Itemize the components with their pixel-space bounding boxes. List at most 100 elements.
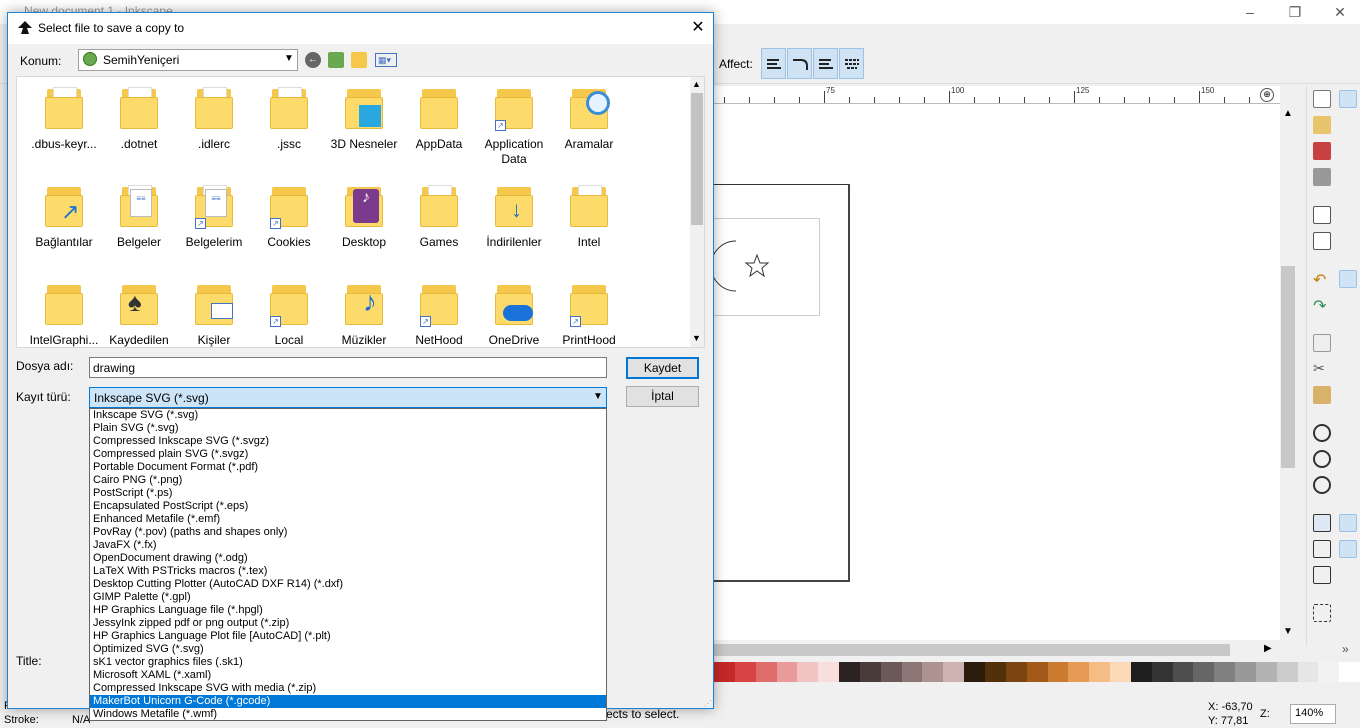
palette-swatch[interactable] bbox=[734, 662, 756, 682]
folder-item[interactable]: OneDrive bbox=[477, 283, 551, 347]
filetype-option[interactable]: Windows Metafile (*.wmf) bbox=[90, 708, 606, 721]
scroll-up-icon[interactable]: ▲ bbox=[692, 79, 701, 89]
cut-icon[interactable]: ✂ bbox=[1313, 360, 1331, 378]
save-icon[interactable] bbox=[1313, 142, 1331, 160]
filetype-option[interactable]: JessyInk zipped pdf or png output (*.zip… bbox=[90, 617, 606, 630]
palette-swatch[interactable] bbox=[1339, 662, 1360, 682]
filetype-option[interactable]: Enhanced Metafile (*.emf) bbox=[90, 513, 606, 526]
folder-item[interactable]: IntelGraphi... bbox=[27, 283, 101, 347]
filetype-option[interactable]: OpenDocument drawing (*.odg) bbox=[90, 552, 606, 565]
palette-swatch[interactable] bbox=[964, 662, 985, 682]
palette-swatch[interactable] bbox=[714, 662, 735, 682]
new-folder-icon[interactable] bbox=[351, 52, 367, 68]
canvas-horizontal-scroll-thumb[interactable] bbox=[714, 644, 1230, 656]
palette-swatch[interactable] bbox=[1089, 662, 1111, 682]
filetype-option[interactable]: Compressed Inkscape SVG (*.svgz) bbox=[90, 435, 606, 448]
palette-swatch[interactable] bbox=[1151, 662, 1173, 682]
palette-swatch[interactable] bbox=[776, 662, 798, 682]
scroll-right-icon[interactable]: ▶ bbox=[1264, 643, 1272, 654]
close-window-button[interactable]: ✕ bbox=[1320, 2, 1360, 22]
folder-item[interactable]: Intel bbox=[552, 185, 626, 250]
export-icon[interactable] bbox=[1313, 232, 1331, 250]
chevron-down-icon[interactable]: ▼ bbox=[284, 53, 294, 64]
palette-swatch[interactable] bbox=[1130, 662, 1152, 682]
scale-stroke-toggle[interactable] bbox=[761, 48, 786, 79]
filetype-option[interactable]: Compressed plain SVG (*.svgz) bbox=[90, 448, 606, 461]
palette-swatch[interactable] bbox=[1255, 662, 1277, 682]
palette-swatch[interactable] bbox=[1318, 662, 1340, 682]
zoom-field[interactable]: 140% bbox=[1290, 704, 1336, 724]
paste-icon[interactable] bbox=[1313, 386, 1331, 404]
palette-swatch[interactable] bbox=[1214, 662, 1236, 682]
folder-item[interactable]: ↗ Application Data bbox=[477, 87, 551, 167]
filetype-option[interactable]: Microsoft XAML (*.xaml) bbox=[90, 669, 606, 682]
scroll-up-icon[interactable]: ▲ bbox=[1283, 108, 1293, 119]
palette-swatch[interactable] bbox=[901, 662, 923, 682]
filetype-option[interactable]: HP Graphics Language Plot file [AutoCAD]… bbox=[90, 630, 606, 643]
transform-gradients-toggle[interactable] bbox=[813, 48, 838, 79]
palette-swatch[interactable] bbox=[1172, 662, 1194, 682]
zoom-corner-icon[interactable]: ⊕ bbox=[1260, 88, 1274, 102]
palette-swatch[interactable] bbox=[880, 662, 902, 682]
up-folder-icon[interactable] bbox=[328, 52, 344, 68]
folder-item[interactable]: ↗ Cookies bbox=[252, 185, 326, 250]
folder-item[interactable]: ♪ Müzikler bbox=[327, 283, 401, 347]
view-menu-icon[interactable]: ▦▾ bbox=[375, 53, 397, 67]
palette-swatch[interactable] bbox=[797, 662, 819, 682]
save-button[interactable]: Kaydet bbox=[626, 357, 699, 379]
filetype-option[interactable]: PostScript (*.ps) bbox=[90, 487, 606, 500]
location-select[interactable]: SemihYeniçeri bbox=[78, 49, 298, 71]
filetype-option[interactable]: Desktop Cutting Plotter (AutoCAD DXF R14… bbox=[90, 578, 606, 591]
filetype-option[interactable]: LaTeX With PSTricks macros (*.tex) bbox=[90, 565, 606, 578]
transform-patterns-toggle[interactable] bbox=[839, 48, 864, 79]
filetype-option[interactable]: JavaFX (*.fx) bbox=[90, 539, 606, 552]
new-document-icon[interactable] bbox=[1313, 90, 1331, 108]
restore-button[interactable]: ❐ bbox=[1275, 2, 1315, 22]
filetype-option[interactable]: HP Graphics Language file (*.hpgl) bbox=[90, 604, 606, 617]
filetype-option[interactable]: Optimized SVG (*.svg) bbox=[90, 643, 606, 656]
filetype-option[interactable]: sK1 vector graphics files (.sk1) bbox=[90, 656, 606, 669]
filetype-option[interactable]: Plain SVG (*.svg) bbox=[90, 422, 606, 435]
dialog-close-button[interactable]: ✕ bbox=[684, 17, 712, 39]
resize-grip-icon[interactable]: ⋰ bbox=[704, 699, 712, 708]
flag-drawing[interactable] bbox=[714, 218, 820, 316]
palette-swatch[interactable] bbox=[943, 662, 965, 682]
folder-item[interactable]: AppData bbox=[402, 87, 476, 152]
scroll-down-icon[interactable]: ▼ bbox=[692, 333, 701, 343]
group-icon[interactable] bbox=[1313, 604, 1331, 622]
folder-item[interactable]: .jssc bbox=[252, 87, 326, 152]
palette-swatch[interactable] bbox=[755, 662, 777, 682]
scroll-down-icon[interactable]: ▼ bbox=[1283, 626, 1293, 637]
folder-item[interactable]: .dotnet bbox=[102, 87, 176, 152]
filetype-select[interactable]: Inkscape SVG (*.svg) bbox=[89, 387, 607, 408]
palette-swatch[interactable] bbox=[1068, 662, 1090, 682]
back-icon[interactable]: ← bbox=[305, 52, 321, 68]
filetype-option[interactable]: Encapsulated PostScript (*.eps) bbox=[90, 500, 606, 513]
folder-item[interactable]: ♠ Kaydedilen bbox=[102, 283, 176, 347]
snap-enable-icon[interactable] bbox=[1339, 90, 1357, 108]
copy-icon[interactable] bbox=[1313, 334, 1331, 352]
palette-swatch[interactable] bbox=[1110, 662, 1131, 682]
zoom-page-icon[interactable] bbox=[1313, 476, 1331, 494]
undo-icon[interactable]: ↶ bbox=[1313, 270, 1331, 289]
snap-nodes-icon[interactable] bbox=[1339, 270, 1357, 288]
zoom-drawing-icon[interactable] bbox=[1313, 450, 1331, 468]
folder-item[interactable]: Games bbox=[402, 185, 476, 250]
clone-icon[interactable] bbox=[1313, 540, 1331, 558]
snap-guide-icon[interactable] bbox=[1339, 540, 1357, 558]
open-icon[interactable] bbox=[1313, 116, 1331, 134]
folder-item[interactable]: ↓ İndirilenler bbox=[477, 185, 551, 250]
duplicate-icon[interactable] bbox=[1313, 514, 1331, 532]
filetype-option[interactable]: Portable Document Format (*.pdf) bbox=[90, 461, 606, 474]
palette-swatch[interactable] bbox=[1297, 662, 1319, 682]
palette-swatch[interactable] bbox=[1047, 662, 1069, 682]
palette-swatch[interactable] bbox=[922, 662, 944, 682]
filetype-option[interactable]: Cairo PNG (*.png) bbox=[90, 474, 606, 487]
folder-item[interactable]: .idlerc bbox=[177, 87, 251, 152]
chevron-down-icon[interactable]: ▼ bbox=[593, 391, 603, 402]
filename-input[interactable]: drawing bbox=[89, 357, 607, 378]
filetype-option[interactable]: MakerBot Unicorn G-Code (*.gcode) bbox=[90, 695, 606, 708]
folder-item[interactable]: ↗ PrintHood bbox=[552, 283, 626, 347]
palette-swatch[interactable] bbox=[1193, 662, 1215, 682]
scale-corners-toggle[interactable] bbox=[787, 48, 812, 79]
